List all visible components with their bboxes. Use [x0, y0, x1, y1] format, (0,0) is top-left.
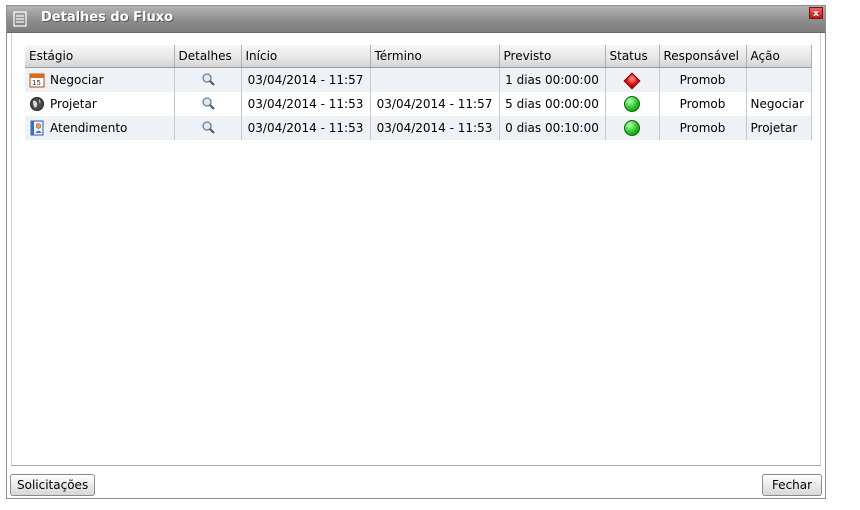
column-header-details[interactable]: Detalhes [174, 45, 242, 68]
title-bar[interactable]: Detalhes do Fluxo x [7, 6, 825, 33]
column-header-status[interactable]: Status [605, 45, 660, 68]
magnifier-icon[interactable] [201, 72, 215, 86]
action-cell [746, 67, 812, 92]
status-cell [605, 67, 660, 92]
stage-name: Projetar [50, 97, 97, 111]
table-row[interactable]: 15 Negociar 03/04/2014 - 11:57 1 dias 00… [25, 67, 812, 92]
close-dialog-button[interactable]: Fechar [762, 474, 822, 496]
end-cell: 03/04/2014 - 11:57 [370, 92, 500, 116]
list-icon [13, 11, 27, 27]
magnifier-icon[interactable] [201, 96, 215, 110]
responsible-cell: Promob [659, 67, 747, 92]
dialog-title: Detalhes do Fluxo [41, 10, 174, 25]
expected-cell: 0 dias 00:10:00 [499, 116, 606, 140]
contact-card-icon [30, 120, 44, 136]
table-header-row: Estágio Detalhes Início Término Previsto… [25, 45, 812, 68]
column-header-end[interactable]: Término [370, 45, 500, 68]
column-header-responsible[interactable]: Responsável [659, 45, 747, 68]
status-red-diamond-icon [623, 72, 641, 89]
column-header-expected[interactable]: Previsto [499, 45, 606, 68]
status-cell [605, 116, 660, 140]
end-cell [370, 67, 500, 92]
magnifier-icon[interactable] [201, 120, 215, 134]
details-cell[interactable] [174, 92, 242, 116]
stage-name: Negociar [50, 73, 104, 87]
flow-stages-grid: Estágio Detalhes Início Término Previsto… [25, 45, 812, 140]
column-header-start[interactable]: Início [241, 45, 371, 68]
svg-text:15: 15 [32, 79, 41, 87]
action-cell: Negociar [746, 92, 812, 116]
table-row[interactable]: Atendimento 03/04/2014 - 11:53 03/04/201… [25, 116, 812, 140]
status-green-circle-icon [624, 96, 640, 112]
action-cell: Projetar [746, 116, 812, 140]
stage-cell: Projetar [25, 92, 175, 116]
details-cell[interactable] [174, 67, 242, 92]
column-header-stage[interactable]: Estágio [25, 45, 175, 68]
close-button[interactable]: x [809, 7, 823, 19]
start-cell: 03/04/2014 - 11:53 [241, 92, 371, 116]
end-cell: 03/04/2014 - 11:53 [370, 116, 500, 140]
stages-table: Estágio Detalhes Início Término Previsto… [25, 45, 812, 140]
start-cell: 03/04/2014 - 11:57 [241, 67, 371, 92]
expected-cell: 1 dias 00:00:00 [499, 67, 606, 92]
status-cell [605, 92, 660, 116]
expected-cell: 5 dias 00:00:00 [499, 92, 606, 116]
column-header-action[interactable]: Ação [746, 45, 812, 68]
start-cell: 03/04/2014 - 11:53 [241, 116, 371, 140]
flow-details-dialog: Detalhes do Fluxo x Estágio Detalhes Iní… [6, 5, 826, 499]
stage-cell: Atendimento [25, 116, 175, 140]
calendar-icon: 15 [29, 73, 45, 88]
requests-button[interactable]: Solicitações [10, 474, 96, 496]
responsible-cell: Promob [659, 92, 747, 116]
table-row[interactable]: Projetar 03/04/2014 - 11:53 03/04/2014 -… [25, 92, 812, 116]
details-cell[interactable] [174, 116, 242, 140]
stage-name: Atendimento [50, 121, 128, 135]
status-green-circle-icon [624, 120, 640, 136]
stage-cell: 15 Negociar [25, 67, 175, 92]
globe-icon [30, 97, 44, 111]
responsible-cell: Promob [659, 116, 747, 140]
dialog-footer: Solicitações Fechar [7, 467, 825, 498]
content-area: Estágio Detalhes Início Término Previsto… [11, 33, 821, 466]
